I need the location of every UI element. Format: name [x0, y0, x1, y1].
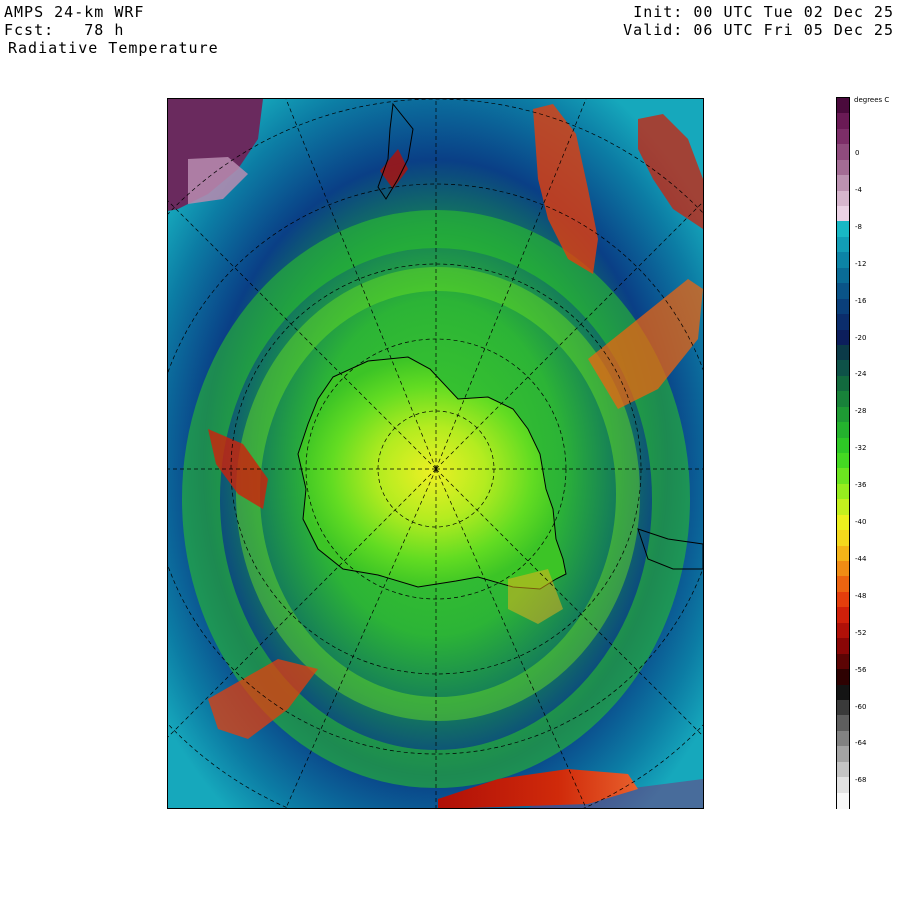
colorbar-swatch [837, 514, 849, 531]
colorbar-swatch [837, 792, 849, 809]
colorbar-swatch [837, 144, 849, 161]
model-title: AMPS 24-km WRF [4, 3, 145, 21]
colorbar-swatch [837, 190, 849, 207]
colorbar-tick-label: -52 [855, 628, 867, 637]
colorbar-swatch [837, 314, 849, 331]
colorbar-swatch [837, 391, 849, 408]
colorbar-swatch [837, 746, 849, 763]
colorbar-swatch [837, 252, 849, 269]
colorbar-tick-label: -56 [855, 665, 867, 674]
colorbar-tick-label: -28 [855, 407, 867, 416]
colorbar-swatch [837, 437, 849, 454]
forecast-hour: Fcst: 78 h [4, 21, 125, 39]
radiative-temperature-map [168, 99, 703, 808]
colorbar-swatch [837, 622, 849, 639]
colorbar-units: degrees C [854, 96, 890, 104]
colorbar-swatch [837, 468, 849, 485]
map-panel [167, 98, 704, 809]
colorbar-swatch [837, 653, 849, 670]
colorbar-swatch [837, 98, 849, 115]
colorbar-swatch [837, 483, 849, 500]
colorbar-swatch [837, 561, 849, 578]
colorbar-swatch [837, 221, 849, 238]
colorbar-swatch [837, 375, 849, 392]
colorbar-swatch [837, 715, 849, 732]
init-time: Init: 00 UTC Tue 02 Dec 25 [633, 3, 894, 21]
colorbar-tick-label: -44 [855, 554, 867, 563]
colorbar-swatch [837, 406, 849, 423]
colorbar-swatch [837, 113, 849, 130]
colorbar-swatch [837, 344, 849, 361]
colorbar-swatch [837, 360, 849, 377]
colorbar-swatch [837, 684, 849, 701]
colorbar-swatch [837, 545, 849, 562]
colorbar-swatch [837, 267, 849, 284]
colorbar-swatch [837, 422, 849, 439]
colorbar-swatch [837, 669, 849, 686]
colorbar-swatch [837, 499, 849, 516]
colorbar-swatch [837, 453, 849, 470]
colorbar-swatch [837, 236, 849, 253]
colorbar-tick-label: -20 [855, 333, 867, 342]
colorbar-swatch [837, 530, 849, 547]
colorbar-tick-label: -8 [855, 222, 862, 231]
colorbar-swatch [837, 638, 849, 655]
colorbar-swatch [837, 730, 849, 747]
colorbar-swatch [837, 128, 849, 145]
colorbar-tick-label: -36 [855, 481, 867, 490]
colorbar [836, 97, 850, 809]
colorbar-tick-label: -16 [855, 296, 867, 305]
colorbar-swatch [837, 283, 849, 300]
colorbar-swatch [837, 591, 849, 608]
colorbar-tick-label: -64 [855, 739, 867, 748]
colorbar-tick-label: -4 [855, 185, 862, 194]
colorbar-swatch [837, 175, 849, 192]
colorbar-tick-label: -24 [855, 370, 867, 379]
colorbar-tick-label: -32 [855, 444, 867, 453]
colorbar-swatch [837, 206, 849, 223]
colorbar-tick-label: -12 [855, 259, 867, 268]
colorbar-swatch [837, 298, 849, 315]
colorbar-tick-label: -48 [855, 591, 867, 600]
colorbar-tick-label: -60 [855, 702, 867, 711]
colorbar-swatch [837, 159, 849, 176]
field-name: Radiative Temperature [8, 39, 219, 57]
valid-time: Valid: 06 UTC Fri 05 Dec 25 [623, 21, 894, 39]
colorbar-swatch [837, 329, 849, 346]
colorbar-swatch [837, 761, 849, 778]
colorbar-swatch [837, 777, 849, 794]
colorbar-swatch [837, 699, 849, 716]
colorbar-tick-label: -68 [855, 776, 867, 785]
colorbar-swatch [837, 607, 849, 624]
colorbar-tick-label: -40 [855, 518, 867, 526]
colorbar-swatch [837, 576, 849, 593]
colorbar-tick-label: 0 [855, 149, 860, 157]
